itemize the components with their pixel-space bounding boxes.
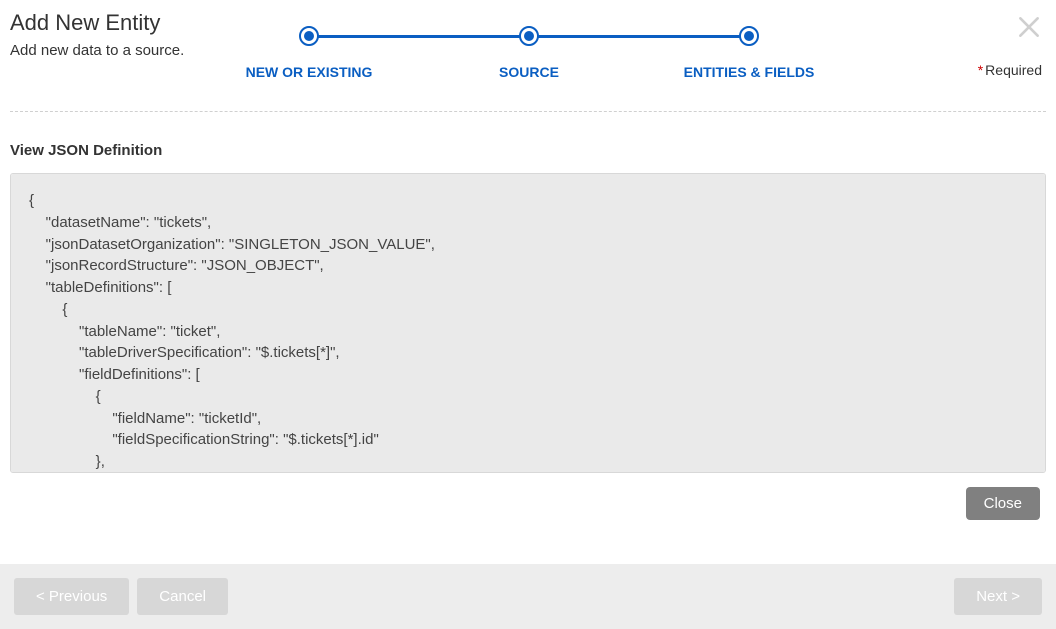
stepper-label-source[interactable]: SOURCE <box>499 64 559 80</box>
stepper-node-1[interactable] <box>299 26 319 46</box>
required-label: Required <box>985 62 1042 78</box>
stepper-line <box>529 35 745 38</box>
cancel-button[interactable]: Cancel <box>137 578 228 615</box>
stepper-node-2[interactable] <box>519 26 539 46</box>
footer-bar: < Previous Cancel Next > <box>0 564 1056 629</box>
stepper-label-entities-fields[interactable]: ENTITIES & FIELDS <box>684 64 815 80</box>
required-asterisk: * <box>978 62 983 78</box>
close-icon[interactable] <box>1016 14 1042 45</box>
close-button[interactable]: Close <box>966 487 1040 520</box>
progress-stepper: NEW OR EXISTING SOURCE ENTITIES & FIELDS <box>256 26 796 64</box>
json-definition-box[interactable]: { "datasetName": "tickets", "jsonDataset… <box>10 173 1046 473</box>
section-divider <box>10 111 1046 112</box>
stepper-line <box>309 35 525 38</box>
required-note: *Required <box>978 62 1042 78</box>
next-button[interactable]: Next > <box>954 578 1042 615</box>
stepper-label-new-or-existing[interactable]: NEW OR EXISTING <box>246 64 373 80</box>
view-json-definition-title: View JSON Definition <box>10 142 1046 159</box>
previous-button[interactable]: < Previous <box>14 578 129 615</box>
stepper-node-3[interactable] <box>739 26 759 46</box>
